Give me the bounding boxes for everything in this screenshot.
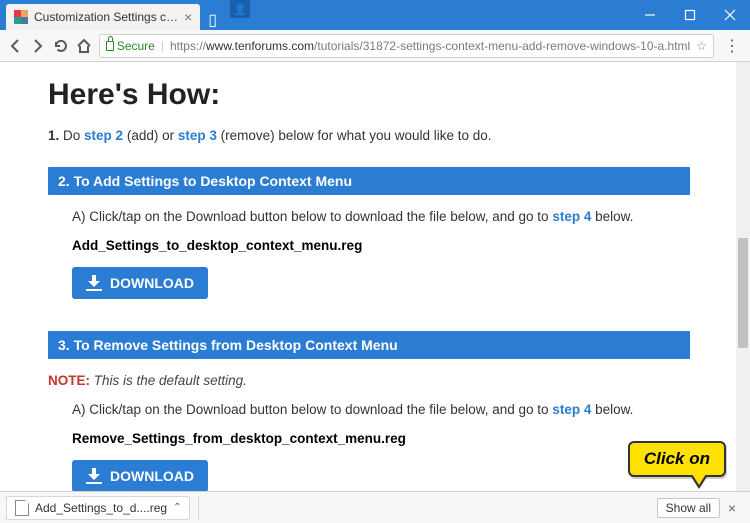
download-item[interactable]: Add_Settings_to_d....reg ⌃ — [6, 496, 190, 520]
minimize-button[interactable] — [630, 0, 670, 30]
page-heading: Here's How: — [48, 78, 690, 112]
filename-add: Add_Settings_to_desktop_context_menu.reg — [72, 238, 690, 253]
section-header-2: 2. To Add Settings to Desktop Context Me… — [48, 167, 690, 195]
tab-favicon — [14, 10, 28, 24]
page-viewport[interactable]: Here's How: 1. Do step 2 (add) or step 3… — [0, 62, 736, 491]
reload-button[interactable] — [52, 34, 69, 58]
home-button[interactable] — [76, 34, 93, 58]
browser-toolbar: Secure | https://www.tenforums.com/tutor… — [0, 30, 750, 62]
download-shelf: Add_Settings_to_d....reg ⌃ Show all × — [0, 491, 750, 523]
browser-menu-button[interactable]: ⋮ — [720, 36, 744, 56]
profile-badge[interactable]: 👤 — [225, 0, 255, 30]
link-step4-b[interactable]: step 4 — [552, 402, 591, 417]
link-step3[interactable]: step 3 — [178, 128, 217, 143]
shelf-close-button[interactable]: × — [720, 500, 744, 516]
separator — [198, 496, 199, 520]
step-1: 1. Do step 2 (add) or step 3 (remove) be… — [48, 128, 690, 143]
article: Here's How: 1. Do step 2 (add) or step 3… — [0, 66, 720, 491]
vertical-scrollbar[interactable] — [736, 62, 750, 491]
window-controls — [630, 0, 750, 30]
browser-tab[interactable]: Customization Settings c… × — [6, 4, 200, 30]
scroll-thumb[interactable] — [738, 238, 748, 348]
download-icon — [86, 468, 102, 484]
tab-strip: Customization Settings c… × ▯ — [0, 0, 225, 30]
note: NOTE: This is the default setting. — [48, 373, 690, 388]
tab-close-icon[interactable]: × — [184, 10, 192, 24]
url-text: https://www.tenforums.com/tutorials/3187… — [170, 39, 690, 53]
close-button[interactable] — [710, 0, 750, 30]
new-tab-button[interactable]: ▯ — [200, 10, 225, 30]
filename-remove: Remove_Settings_from_desktop_context_men… — [72, 431, 690, 446]
forward-button[interactable] — [29, 34, 46, 58]
step-3a: A) Click/tap on the Download button belo… — [72, 402, 690, 417]
lock-icon — [106, 41, 114, 51]
step-2a: A) Click/tap on the Download button belo… — [72, 209, 690, 224]
download-button-remove[interactable]: DOWNLOAD — [72, 460, 208, 491]
window-titlebar: Customization Settings c… × ▯ 👤 — [0, 0, 750, 30]
bookmark-star-icon[interactable]: ☆ — [696, 39, 707, 53]
link-step2[interactable]: step 2 — [84, 128, 123, 143]
callout-annotation: Click on — [628, 441, 726, 477]
maximize-button[interactable] — [670, 0, 710, 30]
download-filename: Add_Settings_to_d....reg — [35, 501, 167, 515]
back-button[interactable] — [6, 34, 23, 58]
chevron-up-icon[interactable]: ⌃ — [173, 502, 181, 513]
secure-indicator: Secure — [106, 39, 155, 53]
content-area: Here's How: 1. Do step 2 (add) or step 3… — [0, 62, 750, 491]
section-header-3: 3. To Remove Settings from Desktop Conte… — [48, 331, 690, 359]
link-step4-a[interactable]: step 4 — [552, 209, 591, 224]
address-bar[interactable]: Secure | https://www.tenforums.com/tutor… — [99, 34, 714, 58]
secure-label: Secure — [117, 39, 155, 53]
tab-title: Customization Settings c… — [34, 10, 178, 24]
show-all-button[interactable]: Show all — [657, 498, 720, 518]
download-button-add[interactable]: DOWNLOAD — [72, 267, 208, 299]
download-icon — [86, 275, 102, 291]
file-icon — [15, 500, 29, 516]
